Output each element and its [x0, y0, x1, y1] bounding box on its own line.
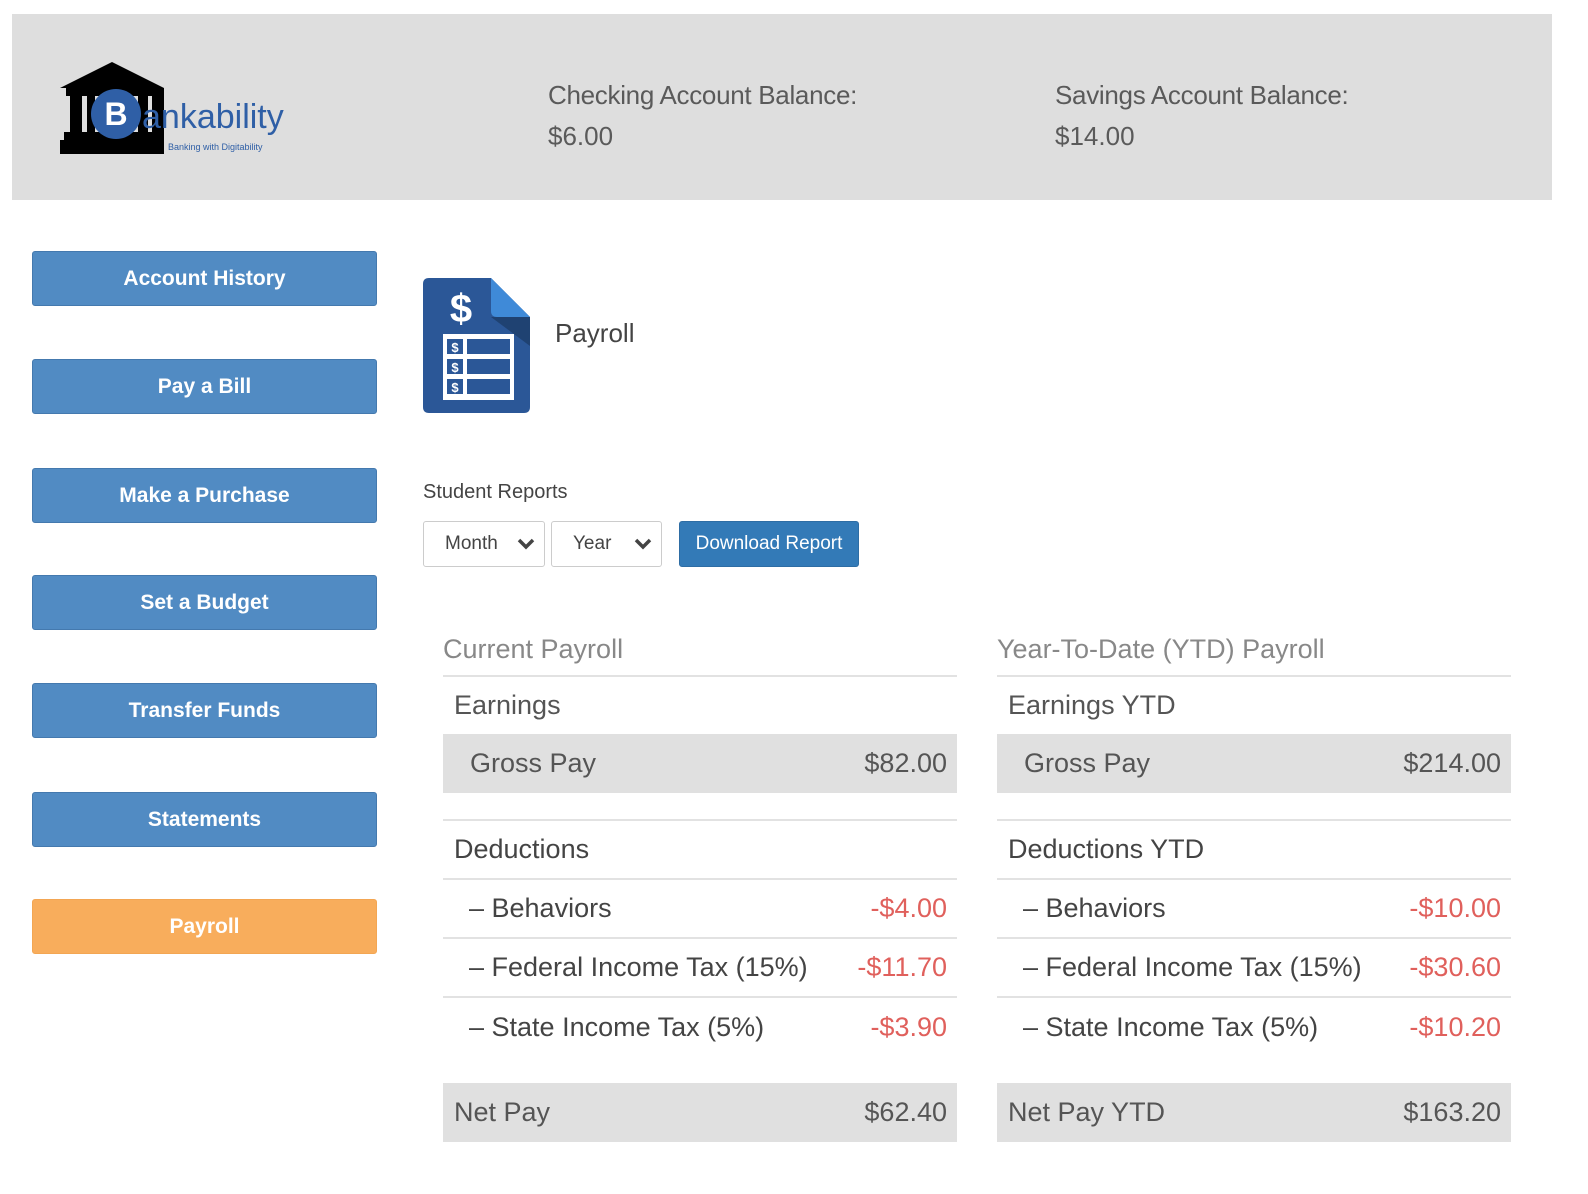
divider	[997, 793, 1511, 821]
month-select-value: Month	[445, 533, 498, 554]
gross-pay-value: $82.00	[864, 748, 947, 778]
gross-pay-ytd-row: Gross Pay $214.00	[997, 734, 1511, 793]
month-select[interactable]: Month	[423, 521, 545, 567]
gross-pay-ytd-label: Gross Pay	[1024, 748, 1151, 778]
ytd-payroll-table: Year-To-Date (YTD) Payroll Earnings YTD …	[997, 630, 1511, 1142]
sidebar-item-statements[interactable]: Statements	[32, 792, 377, 847]
net-pay-ytd-value: $163.20	[1403, 1097, 1501, 1127]
deduction-row: – Federal Income Tax (15%) -$30.60	[997, 939, 1511, 998]
checking-balance: Checking Account Balance: $6.00	[548, 80, 857, 152]
bank-building-icon: B ankability Banking with Digitability	[60, 62, 284, 154]
net-pay-row: Net Pay $62.40	[443, 1083, 957, 1142]
net-pay-value: $62.40	[864, 1097, 947, 1127]
deductions-header: Deductions	[443, 821, 957, 880]
sidebar-item-pay-a-bill[interactable]: Pay a Bill	[32, 359, 377, 414]
student-reports-label: Student Reports	[423, 481, 568, 503]
gross-pay-row: Gross Pay $82.00	[443, 734, 957, 793]
divider	[443, 793, 957, 821]
year-select[interactable]: Year	[551, 521, 662, 567]
sidebar-item-make-a-purchase[interactable]: Make a Purchase	[32, 468, 377, 523]
svg-text:$: $	[450, 287, 472, 331]
deduction-row: – State Income Tax (5%) -$10.20	[1023, 1012, 1501, 1042]
ytd-payroll-title: Year-To-Date (YTD) Payroll	[997, 630, 1511, 677]
top-header: B ankability Banking with Digitability C…	[12, 14, 1552, 200]
download-report-button[interactable]: Download Report	[679, 521, 859, 567]
year-select-value: Year	[573, 533, 612, 554]
current-payroll-title: Current Payroll	[443, 630, 957, 677]
svg-text:$: $	[451, 380, 459, 395]
deduction-row: – State Income Tax (5%) -$3.90	[469, 1012, 947, 1042]
net-pay-ytd-row: Net Pay YTD $163.20	[997, 1083, 1511, 1142]
bankability-logo[interactable]: B ankability Banking with Digitability	[60, 62, 300, 158]
chevron-down-icon	[517, 538, 535, 550]
deductions-ytd-header: Deductions YTD	[997, 821, 1511, 880]
svg-text:B: B	[104, 96, 127, 132]
payroll-document-icon: $ $ $ $	[423, 278, 530, 413]
net-pay-ytd-label: Net Pay YTD	[1008, 1097, 1166, 1127]
earnings-header: Earnings	[454, 690, 561, 720]
current-payroll-table: Current Payroll Earnings Gross Pay $82.0…	[443, 630, 957, 1142]
page-title: Payroll	[555, 318, 635, 348]
deduction-row: – Federal Income Tax (15%) -$11.70	[443, 939, 957, 998]
sidebar-item-account-history[interactable]: Account History	[32, 251, 377, 306]
savings-balance-label: Savings Account Balance:	[1055, 80, 1349, 110]
gross-pay-label: Gross Pay	[470, 748, 597, 778]
deduction-row: – Behaviors -$4.00	[443, 880, 957, 939]
chevron-down-icon	[634, 538, 652, 550]
brand-name-text: ankability	[142, 98, 284, 136]
deduction-row: – Behaviors -$10.00	[997, 880, 1511, 939]
svg-text:Banking with Digitability: Banking with Digitability	[168, 142, 263, 152]
earnings-ytd-header: Earnings YTD	[1008, 690, 1176, 720]
sidebar-item-payroll[interactable]: Payroll	[32, 899, 377, 954]
gross-pay-ytd-value: $214.00	[1403, 748, 1501, 778]
savings-balance: Savings Account Balance: $14.00	[1055, 80, 1349, 152]
savings-balance-value: $14.00	[1055, 121, 1135, 151]
svg-text:$: $	[451, 340, 459, 355]
sidebar-item-transfer-funds[interactable]: Transfer Funds	[32, 683, 377, 738]
checking-balance-label: Checking Account Balance:	[548, 80, 858, 110]
sidebar-item-set-a-budget[interactable]: Set a Budget	[32, 575, 377, 630]
net-pay-label: Net Pay	[454, 1097, 551, 1127]
svg-text:$: $	[451, 360, 459, 375]
checking-balance-value: $6.00	[548, 121, 614, 151]
